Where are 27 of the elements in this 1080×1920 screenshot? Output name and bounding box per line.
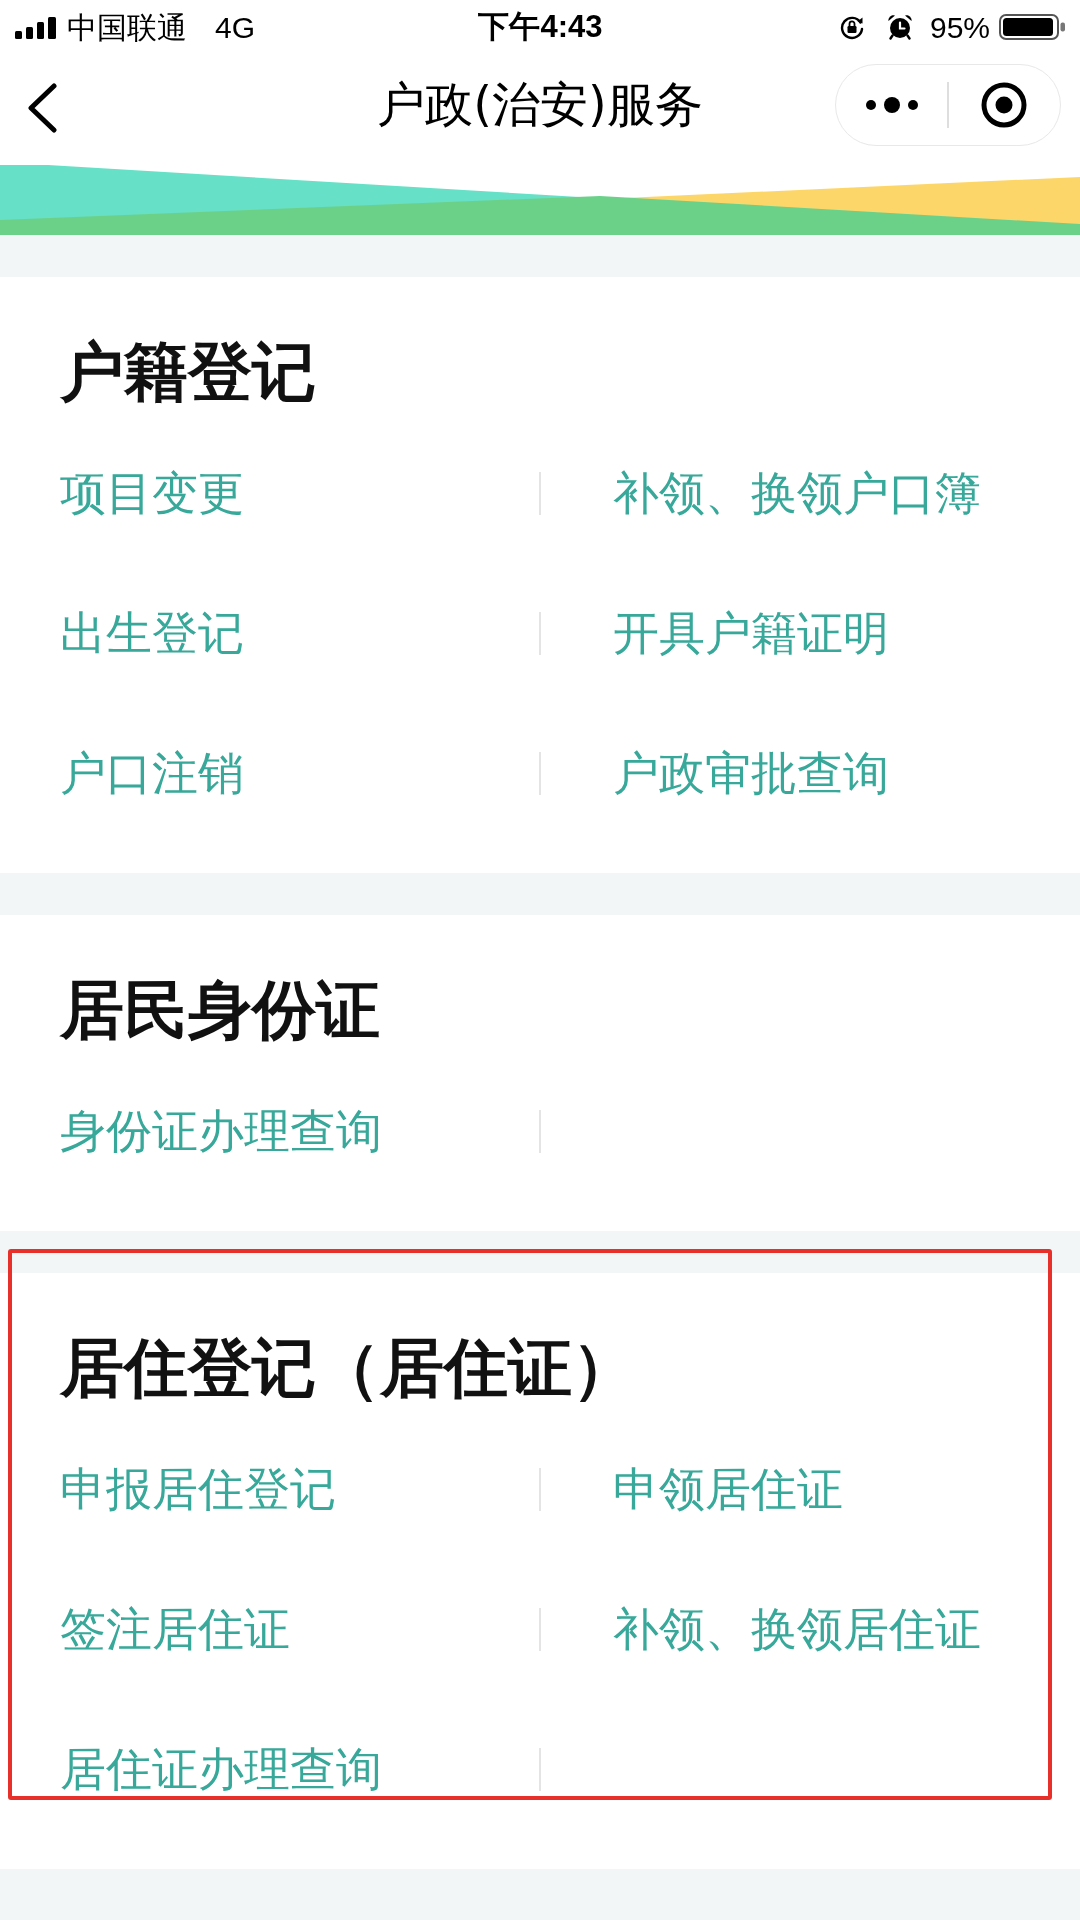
service-link[interactable]: 户口注销 (60, 750, 244, 796)
service-link[interactable]: 开具户籍证明 (612, 610, 889, 656)
rotation-lock-icon (838, 14, 865, 40)
service-link[interactable]: 补领、换领户口簿 (612, 470, 981, 516)
section-title: 居住登记（居住证） (60, 1330, 637, 1407)
service-link[interactable]: 户政审批查询 (612, 750, 889, 796)
more-icon (864, 96, 919, 113)
network-type: 4G (215, 10, 256, 44)
alarm-icon (886, 14, 913, 40)
carrier-name: 中国联通 (67, 10, 187, 44)
battery-icon (999, 14, 1066, 40)
chevron-left-icon (26, 82, 58, 133)
service-link[interactable]: 身份证办理查询 (60, 1108, 382, 1154)
page-title: 户政(治安)服务 (377, 75, 703, 134)
service-link[interactable]: 居住证办理查询 (60, 1746, 382, 1792)
signal-icon (15, 17, 56, 39)
service-link[interactable]: 补领、换领居住证 (612, 1606, 981, 1652)
battery-percent: 95% (929, 10, 990, 44)
status-time: 下午4:43 (478, 9, 603, 45)
service-link[interactable]: 项目变更 (60, 470, 244, 516)
service-link[interactable]: 申报居住登记 (60, 1466, 336, 1512)
service-link[interactable]: 出生登记 (60, 610, 244, 656)
target-icon (981, 81, 1028, 128)
section-title: 居民身份证 (60, 972, 381, 1049)
service-link[interactable]: 申领居住证 (612, 1466, 843, 1512)
section-title: 户籍登记 (60, 334, 317, 411)
service-link[interactable]: 签注居住证 (60, 1606, 290, 1652)
